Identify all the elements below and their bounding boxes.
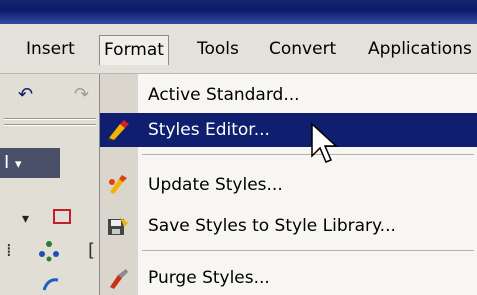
redo-icon[interactable]: ↷ — [74, 86, 89, 104]
menu-item-styles-editor[interactable]: Styles Editor... — [100, 113, 477, 147]
menu-format[interactable]: Format — [99, 35, 169, 65]
menu-convert[interactable]: Convert — [265, 35, 340, 65]
toolbar-combo[interactable]: I ▾ — [0, 148, 60, 178]
menu-insert[interactable]: Insert — [22, 35, 79, 65]
left-toolbar: ↶ ↷ ▾ [ ⁞ — [0, 74, 100, 295]
menu-item-update-styles[interactable]: Update Styles... — [100, 168, 477, 202]
save-styles-label: Save Styles to Style Library... — [148, 216, 396, 236]
mouse-cursor-icon — [311, 122, 338, 163]
toolbar-divider — [4, 124, 96, 126]
menu-item-active-standard[interactable]: Active Standard... — [100, 78, 477, 112]
dropdown-arrow-icon[interactable]: ▾ — [22, 210, 29, 228]
menu-tools[interactable]: Tools — [193, 35, 243, 65]
rectangle-tool-icon[interactable] — [52, 208, 72, 226]
menu-separator — [142, 250, 474, 251]
undo-icon[interactable]: ↶ — [18, 86, 33, 104]
menu-applications[interactable]: Applications — [364, 35, 476, 65]
update-styles-label: Update Styles... — [148, 175, 283, 195]
styles-editor-icon — [108, 120, 129, 141]
title-bar — [0, 0, 477, 24]
menu-item-purge-styles[interactable]: Purge Styles... — [100, 261, 477, 295]
purge-styles-icon — [110, 269, 128, 289]
menu-item-save-styles[interactable]: Save Styles to Style Library... — [100, 209, 477, 243]
menu-separator — [142, 154, 474, 155]
toolbar-divider — [4, 118, 96, 120]
bracket-icon: [ — [88, 240, 96, 261]
active-standard-label: Active Standard... — [148, 85, 300, 105]
grip-icon: ⁞ — [6, 240, 12, 261]
node-tool-icon[interactable] — [38, 240, 60, 262]
update-styles-icon — [109, 175, 127, 194]
menu-bar: Insert Format Tools Convert Applications — [0, 24, 477, 74]
styles-editor-label: Styles Editor... — [148, 120, 270, 140]
format-menu-dropdown: Active Standard... Styles Editor... Upda… — [99, 74, 477, 295]
purge-styles-label: Purge Styles... — [148, 268, 270, 288]
save-styles-icon — [108, 217, 128, 235]
curve-arrow-icon[interactable] — [40, 274, 62, 294]
